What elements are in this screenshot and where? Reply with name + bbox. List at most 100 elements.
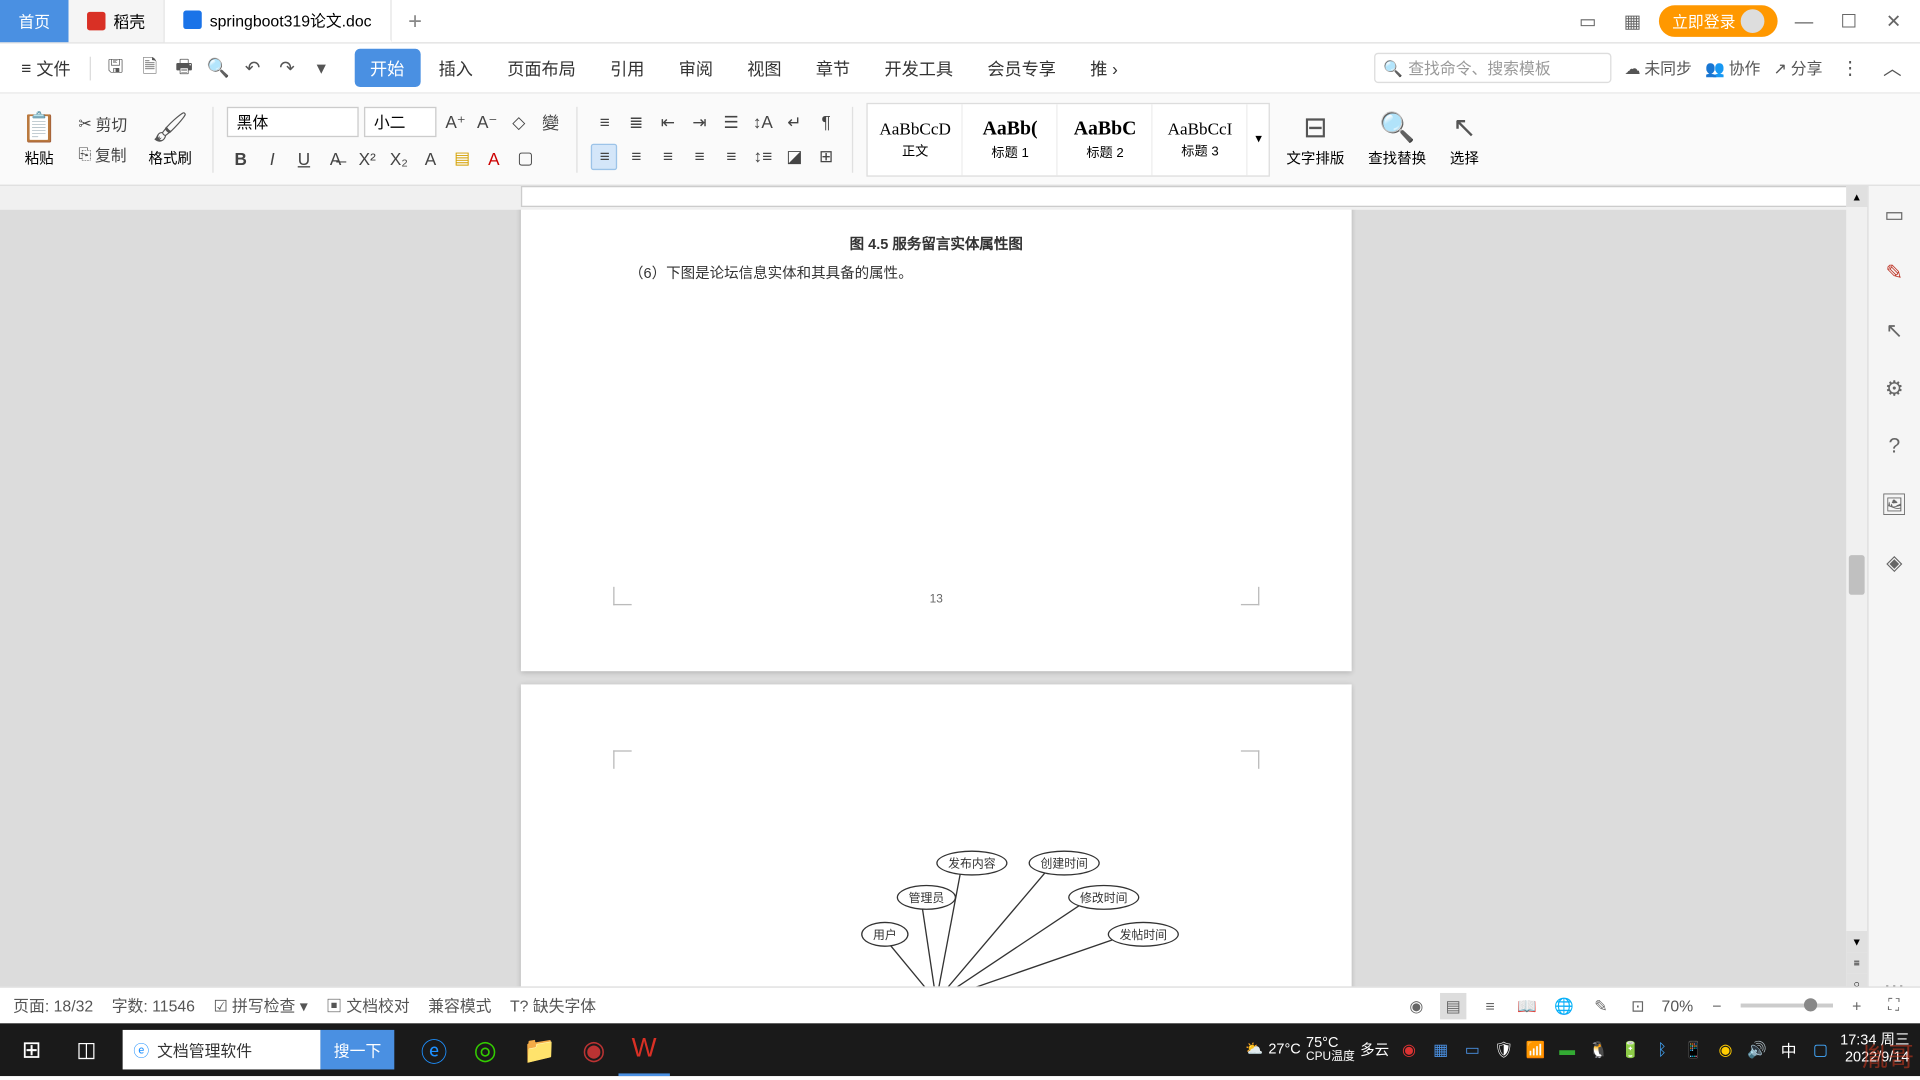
tray-icon[interactable]: ▢ bbox=[1808, 1038, 1832, 1062]
decrease-indent-icon[interactable]: ⇤ bbox=[655, 109, 681, 135]
style-heading3[interactable]: AaBbCcI标题 3 bbox=[1153, 104, 1248, 175]
settings-slider-icon[interactable]: ⚙ bbox=[1878, 373, 1910, 405]
style-heading1[interactable]: AaBb(标题 1 bbox=[963, 104, 1058, 175]
tray-icon[interactable]: ◉ bbox=[1397, 1038, 1421, 1062]
login-button[interactable]: 立即登录 bbox=[1659, 5, 1778, 37]
tray-icon[interactable]: 🐧 bbox=[1587, 1038, 1611, 1062]
save-icon[interactable]: 🖫 bbox=[101, 53, 130, 82]
text-layout-button[interactable]: ⊟ 文字排版 bbox=[1278, 107, 1352, 170]
phonetic-icon[interactable]: 變 bbox=[537, 109, 563, 135]
tab-devtools[interactable]: 开发工具 bbox=[869, 49, 969, 87]
tray-battery-icon[interactable]: 🔋 bbox=[1619, 1038, 1643, 1062]
highlight-icon[interactable]: ▤ bbox=[449, 145, 475, 171]
borders-icon[interactable]: ⊞ bbox=[813, 143, 839, 169]
collab-button[interactable]: 👥协作 bbox=[1705, 57, 1760, 79]
spellcheck-button[interactable]: ☑ 拼写检查 ▾ bbox=[213, 994, 307, 1016]
tray-icon[interactable]: 📱 bbox=[1682, 1038, 1706, 1062]
find-replace-button[interactable]: 🔍 查找替换 bbox=[1360, 107, 1434, 170]
text-direction-icon[interactable]: ↕A bbox=[750, 109, 776, 135]
menu-button[interactable]: ≡ 文件 bbox=[13, 50, 78, 86]
pen-icon[interactable]: ✎ bbox=[1878, 257, 1910, 289]
style-body[interactable]: AaBbCcD正文 bbox=[868, 104, 963, 175]
search-submit-button[interactable]: 搜一下 bbox=[321, 1030, 395, 1070]
show-marks-icon[interactable]: ¶ bbox=[813, 109, 839, 135]
text-effects-icon[interactable]: A bbox=[417, 145, 443, 171]
tab-review[interactable]: 审阅 bbox=[663, 49, 729, 87]
style-more-button[interactable]: ▾ bbox=[1248, 104, 1269, 175]
focus-mode-icon[interactable]: ◉ bbox=[1403, 992, 1429, 1018]
subscript-icon[interactable]: X₂ bbox=[386, 145, 412, 171]
tab-start[interactable]: 开始 bbox=[354, 49, 420, 87]
font-color-icon[interactable]: A bbox=[481, 145, 507, 171]
page-indicator[interactable]: 页面: 18/32 bbox=[13, 994, 93, 1016]
taskbar-app1[interactable]: ◉ bbox=[569, 1023, 618, 1076]
tray-icon[interactable]: ▦ bbox=[1429, 1038, 1453, 1062]
shading-icon[interactable]: ◪ bbox=[781, 143, 807, 169]
strike-icon[interactable]: A̶ bbox=[322, 145, 348, 171]
print-icon[interactable]: 🖶 bbox=[170, 53, 199, 82]
shrink-font-icon[interactable]: A⁻ bbox=[474, 109, 500, 135]
fit-page-icon[interactable]: ⊡ bbox=[1625, 992, 1651, 1018]
page-view-icon[interactable]: ▤ bbox=[1440, 992, 1466, 1018]
toolbox-icon[interactable]: ▭ bbox=[1878, 199, 1910, 231]
sort-icon[interactable]: ☰ bbox=[718, 109, 744, 135]
bold-icon[interactable]: B bbox=[227, 145, 253, 171]
zoom-slider[interactable] bbox=[1741, 1004, 1833, 1008]
cut-button[interactable]: ✂剪切 bbox=[73, 110, 132, 138]
minimize-button[interactable]: — bbox=[1786, 3, 1823, 40]
reading-mode-icon[interactable]: ▭ bbox=[1569, 3, 1606, 40]
tray-icon[interactable]: ▬ bbox=[1555, 1038, 1579, 1062]
line-break-icon[interactable]: ↵ bbox=[781, 109, 807, 135]
web-view-icon[interactable]: 🌐 bbox=[1551, 992, 1577, 1018]
save-as-icon[interactable]: 🗎 bbox=[135, 53, 164, 82]
copy-button[interactable]: ⎘复制 bbox=[73, 140, 132, 168]
tab-home[interactable]: 首页 bbox=[0, 0, 69, 42]
collapse-ribbon-icon[interactable]: ︿ bbox=[1878, 53, 1907, 82]
maximize-button[interactable]: ☐ bbox=[1830, 3, 1867, 40]
align-center-icon[interactable]: ≡ bbox=[623, 143, 649, 169]
tray-volume-icon[interactable]: 🔊 bbox=[1745, 1038, 1769, 1062]
taskbar-explorer[interactable]: 📁 bbox=[510, 1023, 569, 1076]
word-count[interactable]: 字数: 11546 bbox=[112, 994, 195, 1016]
apps-icon[interactable]: ▦ bbox=[1614, 3, 1651, 40]
fullscreen-icon[interactable]: ⛶ bbox=[1880, 992, 1906, 1018]
zoom-in-button[interactable]: + bbox=[1844, 992, 1870, 1018]
tray-wifi-icon[interactable]: 📶 bbox=[1524, 1038, 1548, 1062]
tab-document[interactable]: springboot319论文.doc bbox=[165, 0, 391, 42]
underline-icon[interactable]: U bbox=[291, 145, 317, 171]
char-border-icon[interactable]: ▢ bbox=[512, 145, 538, 171]
tab-insert[interactable]: 插入 bbox=[423, 49, 489, 87]
taskbar-clock[interactable]: 17:34 周三 2022/9/14 bbox=[1840, 1032, 1909, 1067]
print-preview-icon[interactable]: 🔍 bbox=[204, 53, 233, 82]
taskbar-search[interactable]: ⓔ文档管理软件 搜一下 bbox=[110, 1023, 408, 1076]
select-arrow-icon[interactable]: ↖ bbox=[1878, 315, 1910, 347]
unsync-button[interactable]: ☁未同步 bbox=[1625, 57, 1692, 79]
tab-layout[interactable]: 页面布局 bbox=[491, 49, 591, 87]
distribute-icon[interactable]: ≡ bbox=[718, 143, 744, 169]
doccheck-button[interactable]: ▣ 文档校对 bbox=[326, 994, 410, 1016]
image-tool-icon[interactable]: 🖼 bbox=[1878, 489, 1910, 521]
share-button[interactable]: ↗分享 bbox=[1774, 57, 1823, 79]
tray-bluetooth-icon[interactable]: ᛒ bbox=[1650, 1038, 1674, 1062]
align-left-icon[interactable]: ≡ bbox=[591, 143, 617, 169]
prev-page-button[interactable]: ≡ bbox=[1846, 952, 1867, 973]
bullets-icon[interactable]: ≡ bbox=[591, 109, 617, 135]
clear-format-icon[interactable]: ◇ bbox=[506, 109, 532, 135]
missing-font-button[interactable]: T? 缺失字体 bbox=[510, 994, 596, 1016]
font-name-select[interactable]: 黑体 bbox=[227, 107, 359, 137]
zoom-level[interactable]: 70% bbox=[1662, 996, 1694, 1014]
tab-more[interactable]: 推 › bbox=[1074, 49, 1133, 87]
weather-widget[interactable]: ⛅ 27°C 75°C CPU温度 多云 bbox=[1245, 1035, 1389, 1064]
annotate-icon[interactable]: ✎ bbox=[1588, 992, 1614, 1018]
line-spacing-icon[interactable]: ↕≡ bbox=[750, 143, 776, 169]
select-button[interactable]: ↖ 选择 bbox=[1442, 107, 1487, 170]
document-area[interactable]: 留言内容 创建时间 用户 回复时间 服务信息 回复内容 主键 留言时间 服务留言… bbox=[0, 210, 1867, 1016]
ribbon-menu-icon[interactable]: ⋮ bbox=[1836, 53, 1865, 82]
paste-button[interactable]: 📋 粘贴 bbox=[13, 107, 65, 170]
style-heading2[interactable]: AaBbC标题 2 bbox=[1058, 104, 1153, 175]
numbering-icon[interactable]: ≣ bbox=[623, 109, 649, 135]
ruler[interactable] bbox=[0, 186, 1920, 210]
tray-icon[interactable]: ▭ bbox=[1460, 1038, 1484, 1062]
command-search[interactable]: 🔍 查找命令、搜索模板 bbox=[1374, 53, 1611, 83]
italic-icon[interactable]: I bbox=[259, 145, 285, 171]
